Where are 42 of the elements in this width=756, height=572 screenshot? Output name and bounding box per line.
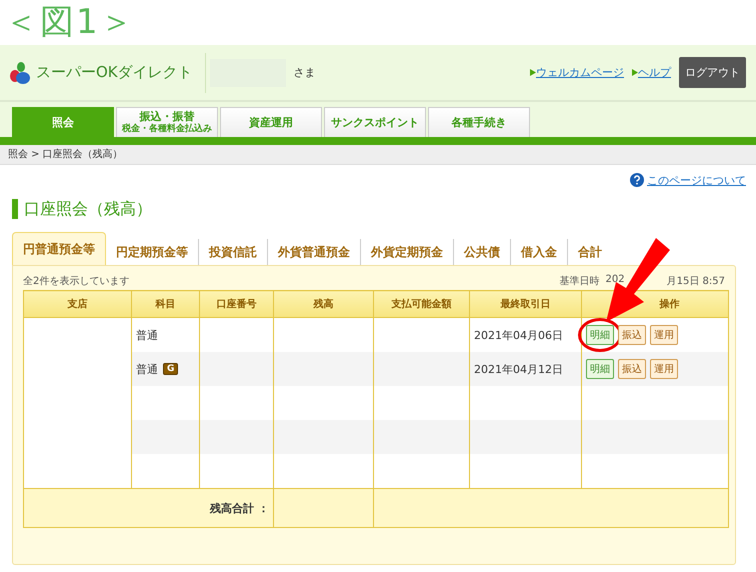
header-link[interactable]: ウェルカムページ — [536, 65, 624, 80]
table-cell: 2021年04月12日 — [474, 362, 563, 376]
column-header: 支払可能金額 — [374, 290, 470, 318]
as-of-date: 月15日 8:57 — [666, 275, 725, 288]
total-label: 残高合計 ： — [24, 488, 274, 528]
logo-icon — [8, 60, 32, 84]
column-header: 残高 — [274, 290, 374, 318]
badge: G — [163, 363, 178, 375]
breadcrumb: 照会 > 口座照会（残高） — [0, 145, 756, 165]
bullet-icon — [530, 69, 536, 76]
help-icon — [630, 173, 644, 187]
action-button[interactable]: 運用 — [650, 359, 678, 379]
bullet-icon — [632, 69, 638, 76]
account-tab[interactable]: 円定期預金等 — [106, 239, 198, 265]
nav-tab[interactable]: サンクスポイント — [324, 107, 426, 137]
table-cell: 普通 — [136, 362, 158, 376]
column-header: 支店 — [24, 290, 132, 318]
as-of-date: 202 — [606, 274, 625, 287]
action-button[interactable]: 明細 — [586, 325, 614, 345]
nav-tab[interactable]: 資産運用 — [220, 107, 322, 137]
result-count: 全2件を表示しています — [23, 274, 130, 288]
action-button[interactable]: 運用 — [650, 325, 678, 345]
header-link[interactable]: ヘルプ — [638, 65, 671, 80]
nav-tab[interactable]: 各種手続き — [428, 107, 530, 137]
nav-tab[interactable]: 照会 — [12, 107, 114, 137]
help-link[interactable]: このページについて — [630, 171, 746, 189]
column-header: 科目 — [132, 290, 200, 318]
table-cell: 2021年04月06日 — [474, 328, 563, 342]
table-cell: 普通 — [136, 328, 158, 342]
figure-label: ＜図1＞ — [3, 1, 137, 44]
logout-button[interactable]: ログアウト — [679, 57, 746, 88]
column-header: 口座番号 — [200, 290, 274, 318]
brand-name: スーパーOKダイレクト — [36, 63, 193, 82]
as-of-label: 基準日時 — [560, 274, 600, 288]
column-header: 最終取引日 — [470, 290, 582, 318]
page-title: 口座照会（残高） — [12, 199, 152, 219]
account-tab[interactable]: 円普通預金等 — [12, 232, 106, 265]
user-suffix: さま — [294, 65, 316, 80]
nav-tab[interactable]: 振込・振替 税金・各種料金払込み — [116, 107, 218, 137]
action-button[interactable]: 明細 — [586, 359, 614, 379]
action-button[interactable]: 振込 — [618, 325, 646, 345]
action-button[interactable]: 振込 — [618, 359, 646, 379]
